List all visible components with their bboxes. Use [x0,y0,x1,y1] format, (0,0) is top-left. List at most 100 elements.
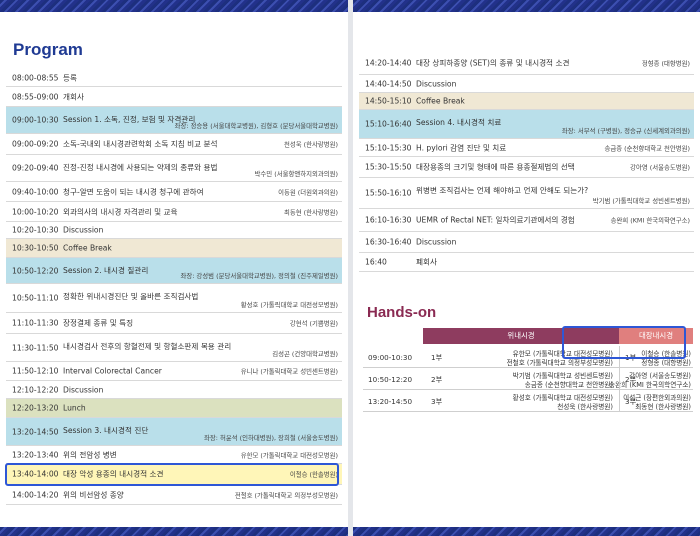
program-page-left: Program 08:00-08:55 등록 08:55-09:00 개회사 09:00… [0,0,348,536]
program-row: 10:50-11:10 정확한 위내시경진단 및 올바른 조직검사법 황성호 (가톨… [6,284,342,313]
session-time: 16:40 [365,257,387,267]
session-time: 12:10-12:20 [12,385,59,394]
session-title: Discussion [416,237,457,247]
decorative-bottom-band [0,527,348,536]
program-row: 08:55-09:00 개회사 [6,87,342,107]
session-title: 소독-국내외 내시경관련학회 소독 지침 비교 분석 [63,139,218,149]
handson-title: Hands-on [367,304,437,321]
handson-row: 10:50-12:20 2부 박기범 (가톨릭대학교 성빈센트병원) 송금종 (순천향… [363,368,693,390]
program-row: 10:00-10:20 외과의사의 내시경 자격관리 및 교육 최동현 (한사랑병원… [6,202,342,222]
session-speaker: 좌장: 허윤석 (인하대병원), 장희철 (서울송도병원) [204,434,338,442]
session-time: 09:20-09:40 [12,163,59,173]
program-row: 12:10-12:20 Discussion [6,381,342,399]
session-speaker: 강아영 (서울송도병원) [630,163,690,172]
program-row: 09:20-09:40 진정-진정 내시경에 사용되는 약제의 종류와 용법박수민… [6,155,342,182]
session-speaker: 박수민 (서울항앤하지외과의원) [254,170,338,178]
decorative-bottom-band [353,527,700,536]
handson-part-upper: 1부 [431,353,443,362]
session-title: Lunch [63,403,86,413]
session-time: 15:10-15:30 [365,143,412,152]
session-title: Session 2. 내시경 질관리 [63,266,149,275]
session-time: 15:50-16:10 [365,188,412,198]
session-title: Discussion [63,385,104,394]
session-title: 위의 비선암성 종양 [63,490,124,499]
session-title: 폐회사 [416,257,437,267]
session-title: UEMR of Rectal NET: 일차의료기관에서의 경험 [416,215,575,225]
handson-divider [619,368,620,390]
session-time: 10:20-10:30 [12,225,59,235]
session-speaker: 정형종 (대항병원) [641,59,690,67]
handson-time: 13:20-14:50 [368,397,413,406]
session-speaker: 유니나 (가톨릭대학교 성빈센트병원) [240,367,338,376]
session-title: 위병변 조직검사는 언제 해야하고 언제 안해도 되는가? [416,186,589,195]
session-title: Discussion [416,79,457,88]
session-speaker: 강현석 (기쁨병원) [289,319,338,328]
handson-part-upper: 3부 [431,397,443,406]
session-time: 11:50-12:10 [12,366,59,376]
session-speaker: 좌장: 강성범 (분당서울대학교병원), 정의철 (진주제일병원) [180,272,338,280]
program-row: 15:50-16:10 위병변 조직검사는 언제 해야하고 언제 안해도 되는가?… [359,178,694,209]
session-time: 11:30-11:50 [12,343,59,352]
session-time: 14:20-14:40 [365,58,412,67]
session-time: 09:00-10:30 [12,115,59,125]
program-row: 08:00-08:55 등록 [6,70,342,87]
session-time: 14:50-15:10 [365,96,412,106]
program-row: 09:40-10:00 청구-알면 도움이 되는 내시경 청구에 관하여 이동원 (… [6,182,342,202]
session-title: Coffee Break [63,243,112,253]
session-time: 14:00-14:20 [12,490,59,499]
session-speaker: 좌장: 정승용 (서울대학교병원), 김형호 (분당서울대학교병원) [174,122,338,130]
session-time: 13:20-14:50 [12,427,59,436]
session-speaker: 천성욱 (한사랑병원) [283,140,338,149]
session-time: 10:50-11:10 [12,293,59,303]
program-row: 11:10-11:30 장정결제 종류 및 특징 강현석 (기쁨병원) [6,313,342,334]
program-row: 16:10-16:30 UEMR of Rectal NET: 일차의료기관에서의… [359,209,694,232]
program-row: 12:20-13:20 Lunch [6,399,342,418]
program-row: 10:30-10:50 Coffee Break [6,239,342,258]
session-speaker: 박기범 (가톨릭대학교 성빈센트병원) [592,197,690,205]
session-time: 10:00-10:20 [12,207,59,216]
session-speaker: 송완희 (KMI 한국의학연구소) [610,216,690,225]
program-row: 11:50-12:10 Interval Colorectal Cancer 유니나… [6,362,342,381]
program-row: 13:20-14:50 Session 3. 내시경적 진단좌장: 허윤석 (인하… [6,418,342,446]
program-row: 10:20-10:30 Discussion [6,222,342,239]
session-title: Interval Colorectal Cancer [63,366,162,376]
session-time: 11:10-11:30 [12,318,59,328]
session-time: 13:20-13:40 [12,450,59,459]
decorative-top-band [0,0,348,12]
handson-instructor-lower: 송완희 (KMI 한국의학연구소) [609,381,691,389]
session-speaker: 최동현 (한사랑병원) [283,208,338,216]
session-time: 16:30-16:40 [365,237,412,247]
handson-instructor-upper: 송금종 (순천향대학교 천안병원) [524,381,613,389]
session-speaker: 김성곤 (건양대학교병원) [272,350,338,358]
program-row: 13:20-13:40 위의 전암성 병변 유한모 (가톨릭대학교 대전성모병원) [6,446,342,464]
session-title: 진정-진정 내시경에 사용되는 약제의 종류와 용법 [63,163,218,172]
program-row: 15:10-15:30 H. pylori 감염 진단 및 치료 송금종 (순천향대… [359,139,694,157]
handson-instructor-upper: 천성욱 (한사랑병원) [557,403,613,411]
highlight-box-session [5,463,339,486]
program-page-right: 14:20-14:40 대장 상피하종양 (SET)의 종류 및 내시경적 소견 정… [353,0,700,536]
session-speaker: 유한모 (가톨릭대학교 대전성모병원) [240,451,338,459]
handson-divider [619,390,620,412]
program-row: 16:30-16:40 Discussion [359,232,694,253]
session-title: H. pylori 감염 진단 및 치료 [416,143,507,152]
session-time: 12:20-13:20 [12,403,59,413]
highlight-box-handson [562,326,686,359]
session-title: Session 3. 내시경적 진단 [63,426,149,435]
session-title: 청구-알면 도움이 되는 내시경 청구에 관하여 [63,187,204,196]
handson-time: 09:00-10:30 [368,353,413,362]
session-speaker: 좌장: 서무석 (구병원), 정승규 (신세계외과의원) [561,127,690,135]
session-speaker: 송금종 (순천향대학교 천안병원) [604,144,690,152]
program-row: 14:50-15:10 Coffee Break [359,93,694,110]
session-title: Session 4. 내시경적 치료 [416,118,502,127]
program-row: 09:00-09:20 소독-국내외 내시경관련학회 소독 지침 비교 분석 천성욱… [6,134,342,155]
session-title: 위의 전암성 병변 [63,450,117,459]
handson-part-upper: 2부 [431,375,443,384]
session-title: 대장용종의 크기및 형태에 따른 용종절제법의 선택 [416,162,575,172]
session-time: 08:55-09:00 [12,92,59,101]
program-row: 11:30-11:50 내시경검사 전후의 항혈전제 및 항혈소판제 복용 관리 김… [6,334,342,362]
handson-row: 13:20-14:50 3부 황성호 (가톨릭대학교 대전성모병원) 천성욱 (한사랑… [363,390,693,412]
session-title: Coffee Break [416,96,465,106]
session-title: 장정결제 종류 및 특징 [63,318,134,328]
session-title: 개회사 [63,92,84,101]
session-time: 10:30-10:50 [12,243,59,253]
